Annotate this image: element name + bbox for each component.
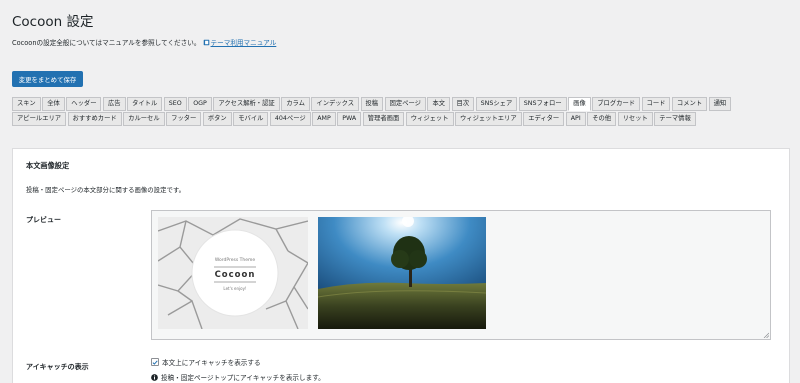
tab-1[interactable]: 全体 xyxy=(42,97,65,111)
tab-29[interactable]: PWA xyxy=(337,112,362,126)
tab-5[interactable]: SEO xyxy=(163,97,187,111)
save-all-button[interactable]: 変更をまとめて保存 xyxy=(12,71,83,87)
tab-6[interactable]: OGP xyxy=(188,97,212,111)
tab-3[interactable]: 広告 xyxy=(102,97,126,111)
eyecatch-hint-text: 投稿・固定ページトップにアイキャッチを表示します。 xyxy=(161,374,325,382)
tab-37[interactable]: テーマ情報 xyxy=(654,112,696,126)
tab-15[interactable]: SNSフォロー xyxy=(518,97,567,111)
tab-4[interactable]: タイトル xyxy=(127,97,163,111)
image-settings-panel: 本文画像設定 投稿・固定ページの本文部分に関する画像の設定です。 プレビュー W… xyxy=(12,148,790,383)
preview-image-tree xyxy=(318,217,486,329)
tab-11[interactable]: 固定ページ xyxy=(384,97,426,111)
tab-8[interactable]: カラム xyxy=(281,97,310,111)
tab-14[interactable]: SNSシェア xyxy=(475,97,518,111)
tab-19[interactable]: コメント xyxy=(671,97,708,111)
eyecatch-checkbox[interactable] xyxy=(151,358,159,366)
tab-13[interactable]: 目次 xyxy=(451,97,475,111)
preview-label: プレビュー xyxy=(26,216,61,224)
tab-17[interactable]: ブログカード xyxy=(592,97,641,111)
tab-22[interactable]: おすすめカード xyxy=(67,112,122,126)
manual-link[interactable]: テーマ利用マニュアル xyxy=(211,39,277,47)
network-lines-graphic: WordPress Theme Cocoon Let's enjoy! xyxy=(158,217,308,329)
section-title: 本文画像設定 xyxy=(26,161,70,170)
tab-12[interactable]: 本文 xyxy=(427,97,451,111)
tab-24[interactable]: フッター xyxy=(166,112,202,126)
tab-7[interactable]: アクセス解析・認証 xyxy=(213,97,280,111)
eyecatch-checkbox-label[interactable]: 本文上にアイキャッチを表示する xyxy=(162,357,261,367)
section-description: 投稿・固定ページの本文部分に関する画像の設定です。 xyxy=(26,186,185,194)
eyecatch-hint: 投稿・固定ページトップにアイキャッチを表示します。 xyxy=(151,372,325,382)
tab-33[interactable]: エディター xyxy=(523,112,565,126)
resize-grip-icon[interactable] xyxy=(763,332,769,338)
eyecatch-label: アイキャッチの表示 xyxy=(26,363,89,371)
tab-23[interactable]: カルーセル xyxy=(123,112,165,126)
info-icon xyxy=(151,373,158,381)
preview-tagline: WordPress Theme xyxy=(215,257,256,263)
tab-31[interactable]: ウィジェット xyxy=(405,112,454,126)
tab-26[interactable]: モバイル xyxy=(233,112,269,126)
tab-30[interactable]: 管理者画面 xyxy=(362,112,405,126)
tab-32[interactable]: ウィジェットエリア xyxy=(455,112,522,126)
tab-25[interactable]: ボタン xyxy=(202,112,232,126)
intro-text: Cocoonの設定全般についてはマニュアルを参照してください。 xyxy=(12,39,201,47)
checkmark-icon xyxy=(152,360,158,365)
preview-subline: Let's enjoy! xyxy=(223,286,246,291)
book-icon xyxy=(203,39,209,46)
tab-36[interactable]: リセット xyxy=(617,112,653,126)
tab-0[interactable]: スキン xyxy=(12,97,41,111)
tree-landscape-graphic xyxy=(318,217,486,329)
tab-2[interactable]: ヘッダー xyxy=(66,97,102,111)
tab-18[interactable]: コード xyxy=(641,97,671,111)
intro-line: Cocoonの設定全般についてはマニュアルを参照してください。 テーマ利用マニュ… xyxy=(12,37,276,47)
preview-image-cocoon: WordPress Theme Cocoon Let's enjoy! xyxy=(158,217,308,329)
tab-9[interactable]: インデックス xyxy=(311,97,359,111)
eyecatch-option: 本文上にアイキャッチを表示する xyxy=(151,357,261,367)
tab-27[interactable]: 404ページ xyxy=(269,112,311,126)
tab-35[interactable]: その他 xyxy=(587,112,617,126)
tab-34[interactable]: API xyxy=(565,112,586,126)
settings-tabs: スキン 全体 ヘッダー 広告 タイトル SEO OGP アクセス解析・認証 カラム インデックス投… xyxy=(12,97,784,126)
preview-brand: Cocoon xyxy=(215,270,256,280)
tab-20[interactable]: 通知 xyxy=(708,97,732,111)
tab-21[interactable]: アピールエリア xyxy=(12,112,67,126)
tab-16[interactable]: 画像 xyxy=(568,97,591,111)
tab-28[interactable]: AMP xyxy=(312,112,336,126)
preview-box: WordPress Theme Cocoon Let's enjoy! xyxy=(151,210,771,340)
page-title: Cocoon 設定 xyxy=(12,14,94,30)
tab-10[interactable]: 投稿 xyxy=(360,97,384,111)
